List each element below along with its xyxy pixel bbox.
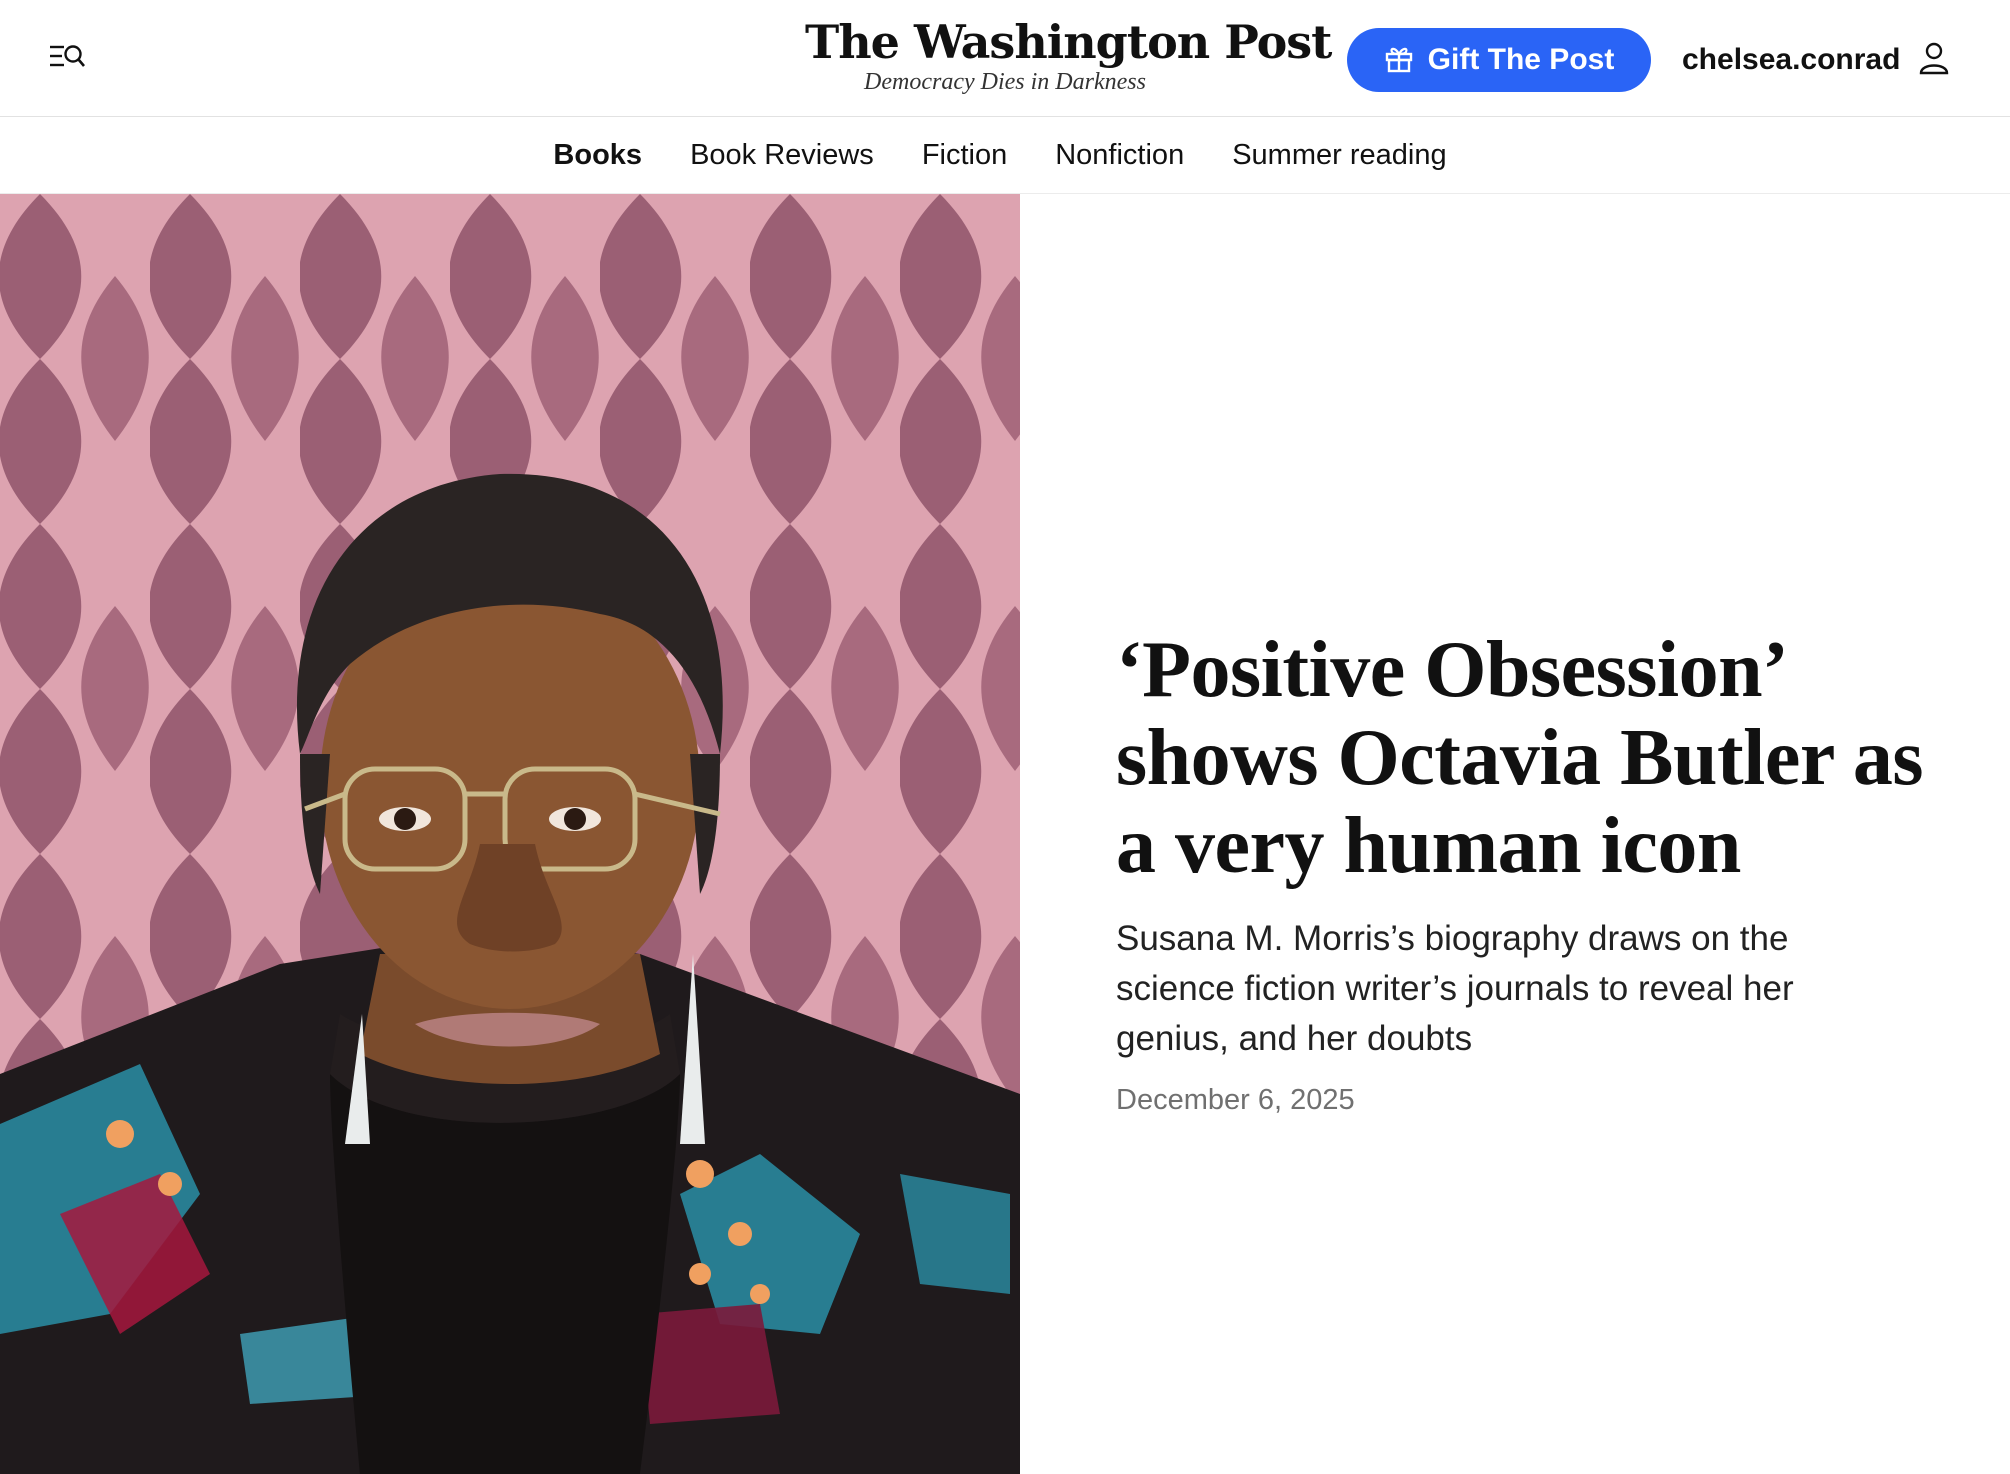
user-icon bbox=[1918, 41, 1950, 80]
article-headline[interactable]: ‘Positive Obsession’ shows Octavia Butle… bbox=[1116, 626, 1936, 890]
article-date: December 6, 2025 bbox=[1116, 1084, 1355, 1116]
nav-item-fiction[interactable]: Fiction bbox=[922, 139, 1007, 172]
logo-tagline: Democracy Dies in Darkness bbox=[864, 69, 1146, 95]
section-nav: Books Book Reviews Fiction Nonfiction Su… bbox=[0, 118, 2010, 194]
nav-item-books[interactable]: Books bbox=[553, 139, 642, 172]
hero-illustration[interactable] bbox=[0, 194, 1020, 1474]
menu-search-icon[interactable] bbox=[48, 42, 88, 74]
gift-button-label: Gift The Post bbox=[1427, 43, 1615, 76]
nav-item-summer-reading[interactable]: Summer reading bbox=[1232, 139, 1446, 172]
gift-icon bbox=[1384, 43, 1414, 78]
article-teaser: ‘Positive Obsession’ shows Octavia Butle… bbox=[1116, 626, 1936, 1117]
article-dek: Susana M. Morris’s biography draws on th… bbox=[1116, 919, 1794, 1058]
gift-the-post-button[interactable]: Gift The Post bbox=[1347, 28, 1651, 92]
nav-item-nonfiction[interactable]: Nonfiction bbox=[1055, 139, 1184, 172]
user-account[interactable]: chelsea.conrad bbox=[1682, 36, 1950, 84]
logo-name: The Washington Post bbox=[805, 15, 1332, 69]
nav-item-book-reviews[interactable]: Book Reviews bbox=[690, 139, 874, 172]
site-logo[interactable]: The Washington Post Democracy Dies in Da… bbox=[805, 14, 1332, 96]
site-header: The Washington Post Democracy Dies in Da… bbox=[0, 0, 2010, 117]
username: chelsea.conrad bbox=[1682, 43, 1901, 76]
